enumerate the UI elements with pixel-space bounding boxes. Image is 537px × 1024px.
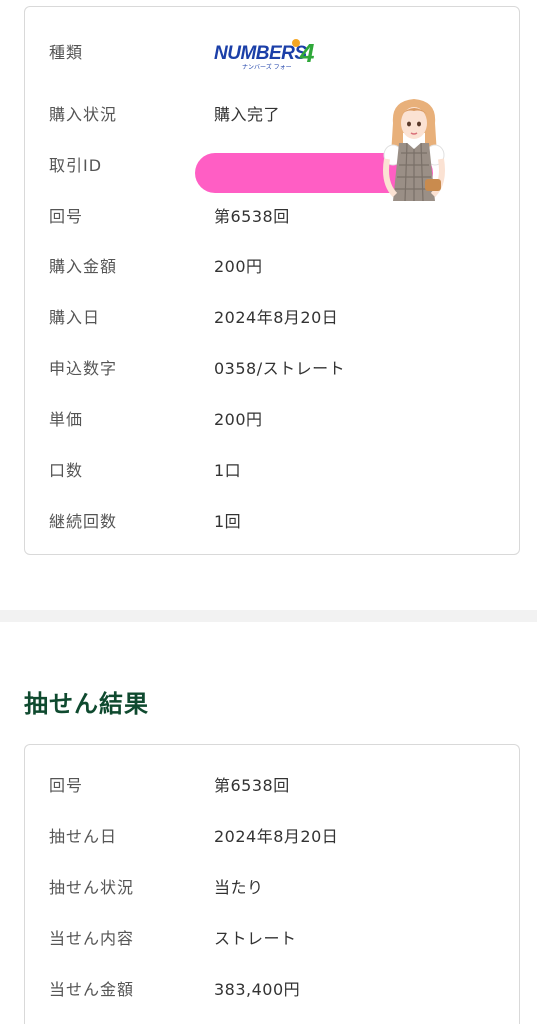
row-winning-type: 当せん内容 ストレート: [25, 921, 519, 953]
row-draw-status: 抽せん状況 当たり: [25, 870, 519, 902]
row-unit-price: 単価 200円: [25, 402, 519, 434]
section-title-draw-results: 抽せん結果: [24, 690, 149, 718]
svg-text:4: 4: [299, 38, 315, 68]
avatar-sticker: [383, 99, 445, 201]
svg-text:ナンバーズ フォー: ナンバーズ フォー: [242, 63, 292, 71]
row-draw-date: 抽せん日 2024年8月20日: [25, 819, 519, 851]
row-label: 申込数字: [49, 359, 118, 378]
row-label: 回号: [49, 207, 84, 226]
row-label: 購入状況: [49, 105, 118, 124]
row-value: 1口: [214, 461, 242, 480]
row-label: 購入金額: [49, 257, 118, 276]
row-continuation-count: 継続回数 1回: [25, 504, 519, 536]
row-draw-number: 回号 第6538回: [25, 199, 519, 231]
row-label: 取引ID: [49, 156, 103, 175]
row-label: 口数: [49, 461, 84, 480]
row-purchase-date: 購入日 2024年8月20日: [25, 300, 519, 332]
row-label: 抽せん日: [49, 827, 118, 846]
purchase-details-card: 種類 NUMBERS 4 ナンバーズ フォー 購入状況 購入完了 取引ID 回号…: [24, 6, 520, 555]
row-value: 購入完了: [214, 105, 281, 124]
row-label: 購入日: [49, 308, 101, 327]
svg-text:NUMBERS: NUMBERS: [214, 43, 307, 64]
row-label: 抽せん状況: [49, 878, 135, 897]
row-label: 種類: [49, 43, 84, 62]
row-draw-number: 回号 第6538回: [25, 768, 519, 800]
row-value: 200円: [214, 257, 263, 276]
row-value: 第6538回: [214, 776, 290, 795]
row-label: 当せん内容: [49, 929, 135, 948]
row-value: 1回: [214, 512, 242, 531]
row-value: ストレート: [214, 929, 297, 948]
row-value: 第6538回: [214, 207, 290, 226]
numbers4-logo: NUMBERS 4 ナンバーズ フォー: [214, 38, 315, 71]
row-label: 当せん金額: [49, 980, 135, 999]
draw-results-card: 回号 第6538回 抽せん日 2024年8月20日 抽せん状況 当たり 当せん内…: [24, 744, 520, 1024]
row-label: 継続回数: [49, 512, 118, 531]
row-type: 種類 NUMBERS 4 ナンバーズ フォー: [25, 35, 519, 71]
row-label: 単価: [49, 410, 84, 429]
row-units: 口数 1口: [25, 453, 519, 485]
row-value: 383,400円: [214, 980, 301, 999]
row-entry-numbers: 申込数字 0358/ストレート: [25, 351, 519, 383]
row-value: 0358/ストレート: [214, 359, 346, 378]
row-value: 当たり: [214, 878, 264, 897]
row-value: 200円: [214, 410, 263, 429]
row-winning-amount: 当せん金額 383,400円: [25, 972, 519, 1004]
row-value: 2024年8月20日: [214, 827, 339, 846]
section-divider: [0, 610, 537, 622]
row-value: 2024年8月20日: [214, 308, 339, 327]
row-purchase-amount: 購入金額 200円: [25, 249, 519, 281]
row-label: 回号: [49, 776, 84, 795]
